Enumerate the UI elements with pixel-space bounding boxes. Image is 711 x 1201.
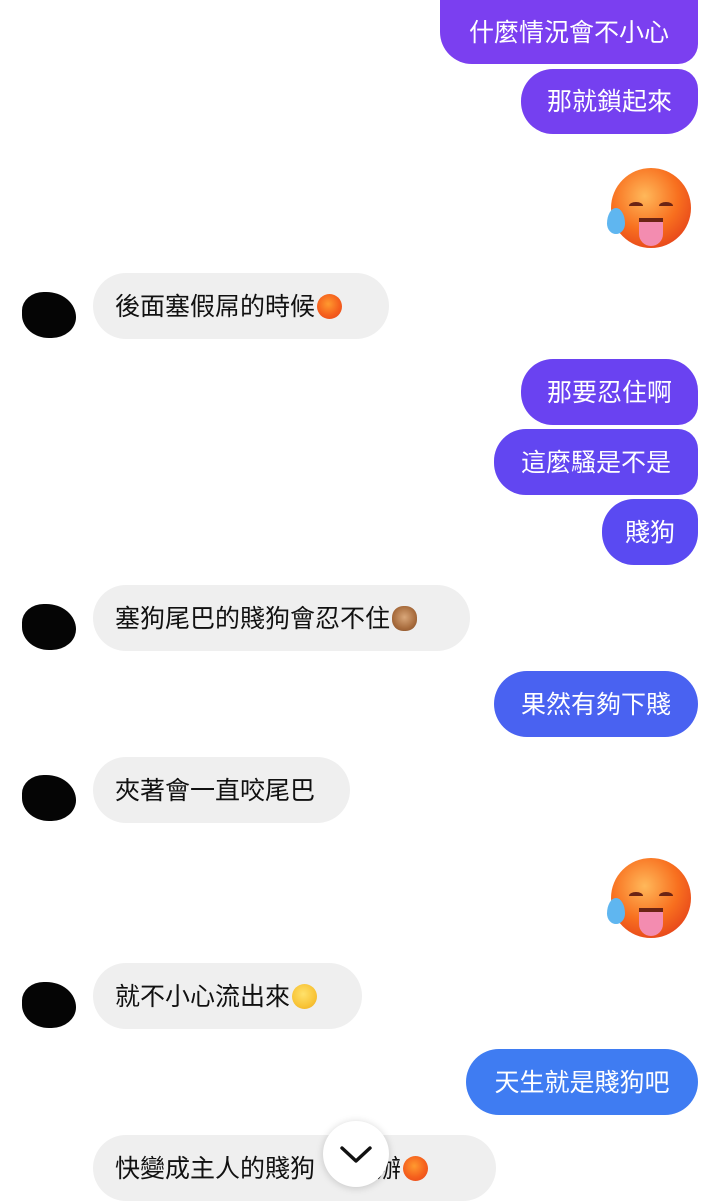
incoming-message[interactable]: 快變成主人的賤狗 麼辦 (93, 1135, 496, 1201)
outgoing-message[interactable]: 果然有夠下賤 (494, 671, 698, 737)
message-text: 那要忍住啊 (546, 377, 672, 407)
message-text: 快變成主人的賤狗 (115, 1153, 316, 1183)
hot-face-icon (607, 858, 691, 938)
message-text: 塞狗尾巴的賤狗會忍不住 (115, 603, 391, 633)
message-text: 就不小心流出來 (115, 981, 291, 1011)
see-no-evil-monkey-icon (392, 605, 418, 631)
outgoing-message[interactable]: 那要忍住啊 (521, 359, 698, 425)
incoming-message[interactable]: 就不小心流出來 (93, 963, 362, 1029)
chevron-down-icon (340, 1146, 372, 1163)
avatar[interactable] (22, 604, 76, 650)
avatar[interactable] (22, 982, 76, 1028)
message-text: 賤狗 (624, 517, 675, 547)
hot-face-icon (607, 168, 691, 248)
message-text: 果然有夠下賤 (520, 689, 671, 719)
avatar[interactable] (22, 775, 76, 821)
outgoing-message[interactable]: 那就鎖起來 (521, 69, 698, 134)
incoming-message[interactable]: 後面塞假屌的時候 (93, 273, 389, 339)
hot-face-icon (403, 1155, 429, 1181)
incoming-message[interactable]: 塞狗尾巴的賤狗會忍不住 (93, 585, 470, 651)
outgoing-message[interactable]: 這麼騷是不是 (494, 429, 698, 495)
incoming-message[interactable]: 夾著會一直咬尾巴 (93, 757, 350, 823)
outgoing-message[interactable]: 天生就是賤狗吧 (466, 1049, 698, 1115)
message-text: 天生就是賤狗吧 (494, 1067, 670, 1097)
avatar[interactable] (22, 292, 76, 338)
message-text: 什麼情況會不小心 (468, 17, 669, 47)
message-text: 這麼騷是不是 (520, 447, 671, 477)
crying-face-icon (292, 983, 318, 1009)
hot-face-icon (317, 293, 343, 319)
outgoing-message[interactable]: 賤狗 (602, 499, 698, 565)
message-text: 那就鎖起來 (546, 87, 672, 116)
scroll-to-bottom-button[interactable] (323, 1121, 389, 1187)
message-text: 後面塞假屌的時候 (115, 291, 316, 321)
outgoing-message[interactable]: 什麼情況會不小心 (440, 0, 698, 64)
message-text: 夾著會一直咬尾巴 (115, 775, 316, 805)
